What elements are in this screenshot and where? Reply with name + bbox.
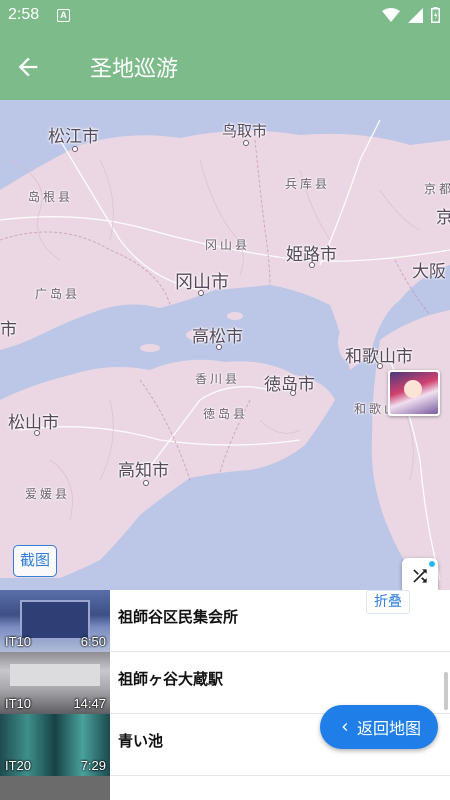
chevron-left-icon	[342, 723, 348, 731]
map-city-dot	[198, 290, 204, 296]
map-city-dot	[34, 430, 40, 436]
map-label-hiroshima: 广岛县	[35, 287, 81, 301]
map-label-kyoto-city: 京	[436, 208, 450, 228]
location-marker[interactable]	[388, 370, 440, 416]
notification-icon: A	[57, 9, 70, 22]
map-city-dot	[243, 140, 249, 146]
list-item[interactable]	[0, 776, 450, 800]
episode-label: IT20	[5, 758, 32, 773]
signal-icon	[408, 7, 423, 23]
map-city-dot	[143, 480, 149, 486]
timestamp-label: 6:50	[80, 634, 106, 649]
map-label-matsuyama: 松山市	[8, 413, 59, 433]
location-name: 祖師谷区民集会所	[118, 608, 239, 626]
map-city-dot	[377, 363, 383, 369]
status-time: 2:58	[8, 6, 40, 23]
map-view[interactable]: 松江市 鸟取市 岛根县 兵库县 京都 京 冈山县 姫路市 大阪 冈山市 广岛县 …	[0, 100, 450, 590]
location-thumbnail: IT20 7:29	[0, 714, 110, 776]
map-label-matsue: 松江市	[48, 127, 99, 147]
return-to-map-label: 返回地图	[356, 719, 421, 738]
map-label-okayama-pref: 冈山县	[205, 238, 251, 252]
location-list[interactable]: IT10 6:50 祖師谷区民集会所 IT10 14:47 祖師ヶ谷大蔵駅 IT…	[0, 590, 450, 800]
map-label-shimane: 岛根县	[28, 190, 74, 204]
map-label-kyoto-pref: 京都	[424, 182, 450, 196]
status-bar: 2:58 A	[0, 0, 450, 33]
map-label-osaka: 大阪	[412, 262, 446, 282]
location-name: 青い池	[118, 732, 164, 750]
location-thumbnail: IT10 14:47	[0, 652, 110, 714]
notification-dot	[429, 561, 435, 567]
shuffle-button[interactable]	[402, 558, 438, 594]
location-thumbnail: IT10 6:50	[0, 590, 110, 652]
map-label-left-city: 市	[0, 320, 17, 340]
page-title: 圣地巡游	[90, 57, 179, 82]
map-city-dot	[72, 146, 78, 152]
collapse-button[interactable]: 折叠	[366, 590, 410, 614]
battery-icon	[431, 7, 440, 23]
map-label-kochi: 高知市	[118, 461, 169, 481]
map-label-ehime: 爱媛县	[25, 487, 71, 501]
map-city-dot	[290, 390, 296, 396]
timestamp-label: 14:47	[73, 696, 106, 711]
map-city-dot	[216, 344, 222, 350]
shuffle-icon	[413, 569, 427, 583]
screenshot-button[interactable]: 截图	[13, 545, 57, 577]
wifi-icon	[382, 7, 400, 22]
location-name: 祖師ヶ谷大蔵駅	[118, 670, 224, 688]
marker-thumbnail	[390, 372, 438, 414]
map-label-tottori: 鸟取市	[222, 122, 268, 140]
return-to-map-button[interactable]: 返回地图	[320, 705, 438, 749]
map-label-kagawa: 香川县	[195, 372, 241, 386]
timestamp-label: 7:29	[80, 758, 106, 773]
episode-label: IT10	[5, 634, 32, 649]
episode-label: IT10	[5, 696, 32, 711]
location-thumbnail	[0, 776, 110, 800]
app-bar: 圣地巡游	[0, 33, 450, 100]
list-scrollbar[interactable]	[444, 672, 448, 710]
map-label-tokushima-pref: 徳岛县	[203, 407, 249, 421]
map-city-dot	[309, 262, 315, 268]
map-label-hyogo: 兵库县	[285, 177, 331, 191]
back-arrow-icon[interactable]	[14, 53, 42, 81]
